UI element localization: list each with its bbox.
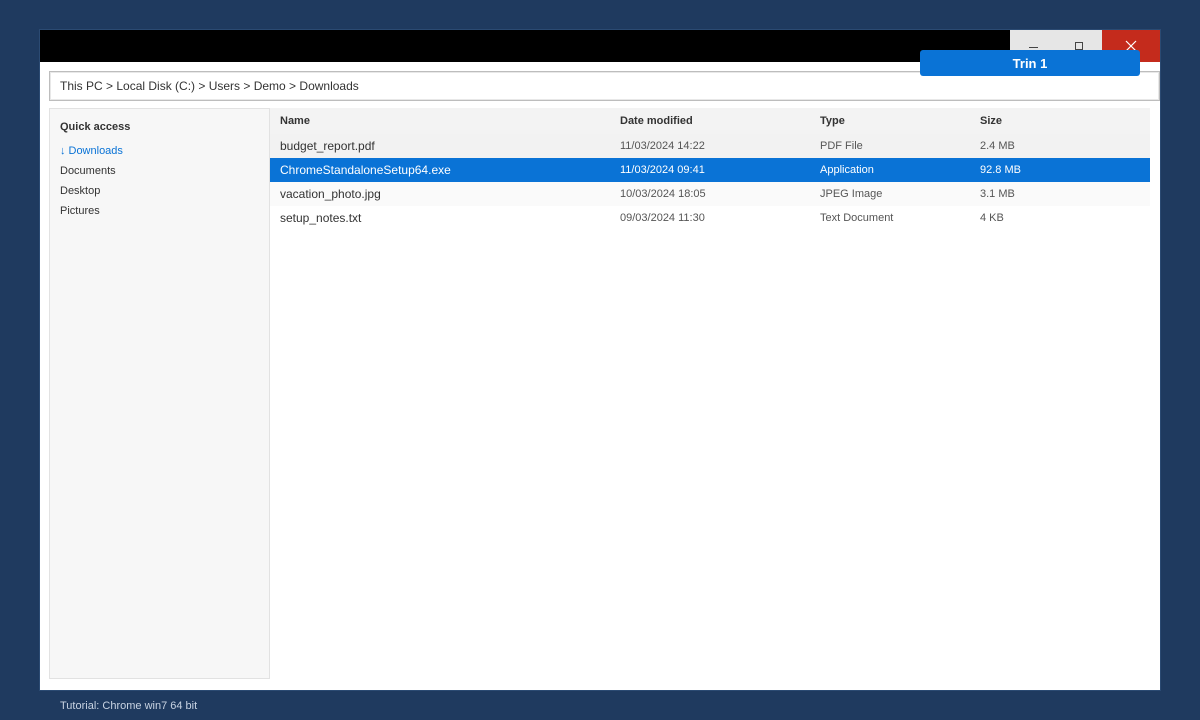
sidebar-item-label: Documents — [60, 165, 116, 177]
file-type: Text Document — [820, 212, 894, 224]
column-header-name[interactable]: Name — [280, 108, 310, 134]
file-size: 2.4 MB — [980, 140, 1015, 152]
file-type: PDF File — [820, 140, 863, 152]
file-size: 92.8 MB — [980, 164, 1021, 176]
quick-access-heading: Quick access — [60, 121, 131, 133]
sidebar-item-desktop[interactable]: Desktop — [60, 185, 100, 197]
file-size: 4 KB — [980, 212, 1004, 224]
sidebar-item-label: Desktop — [60, 185, 101, 197]
file-name: vacation_photo.jpg — [280, 187, 381, 201]
maximize-icon — [1075, 42, 1083, 50]
sidebar-item-pictures[interactable]: Pictures — [60, 205, 100, 217]
sidebar-item-label: Downloads — [68, 145, 123, 157]
tutorial-caption: Tutorial: Chrome win7 64 bit — [60, 700, 198, 712]
file-type: Application — [820, 164, 874, 176]
file-explorer-window: This PC > Local Disk (C:) > Users > Demo… — [40, 30, 1160, 690]
file-size: 3.1 MB — [980, 188, 1015, 200]
file-row-budget-report[interactable]: budget_report.pdf 11/03/2024 14:22 PDF F… — [270, 134, 1150, 158]
language-badge[interactable]: Trin 1 — [920, 50, 1140, 76]
file-type: JPEG Image — [820, 188, 883, 200]
file-date: 11/03/2024 14:22 — [620, 140, 705, 152]
sidebar-item-label: Pictures — [60, 205, 100, 217]
column-header-size[interactable]: Size — [980, 108, 1002, 134]
file-date: 10/03/2024 18:05 — [620, 188, 706, 200]
file-row-chrome-setup[interactable]: ChromeStandaloneSetup64.exe 11/03/2024 0… — [270, 158, 1150, 182]
down-arrow-icon: ↓ — [60, 145, 66, 157]
navigation-pane: Quick access ↓ Downloads Documents Deskto… — [49, 108, 270, 679]
minimize-icon — [1028, 46, 1038, 48]
column-header-date[interactable]: Date modified — [620, 108, 693, 134]
address-path: This PC > Local Disk (C:) > Users > Demo… — [60, 79, 359, 93]
file-date: 09/03/2024 11:30 — [620, 212, 705, 224]
file-date: 11/03/2024 09:41 — [620, 164, 705, 176]
file-name: budget_report.pdf — [280, 139, 375, 153]
column-header-row: Name Date modified Type Size — [270, 108, 1150, 134]
file-row-setup-notes[interactable]: setup_notes.txt 09/03/2024 11:30 Text Do… — [270, 206, 1150, 230]
file-name: setup_notes.txt — [280, 211, 362, 225]
sidebar-item-documents[interactable]: Documents — [60, 165, 116, 177]
column-header-type[interactable]: Type — [820, 108, 845, 134]
file-row-vacation-photo[interactable]: vacation_photo.jpg 10/03/2024 18:05 JPEG… — [270, 182, 1150, 206]
sidebar-item-downloads[interactable]: ↓ Downloads — [60, 145, 123, 157]
file-name: ChromeStandaloneSetup64.exe — [280, 163, 451, 177]
